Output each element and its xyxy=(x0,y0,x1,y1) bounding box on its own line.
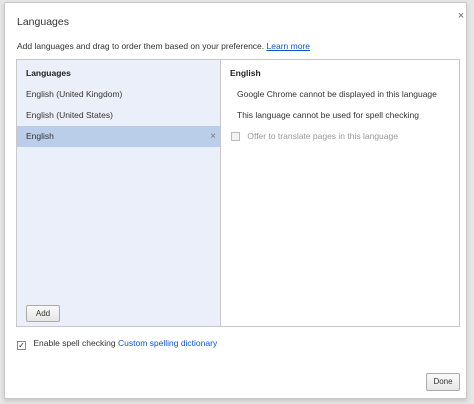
spell-check-label: Enable spell checking xyxy=(33,338,116,348)
remove-language-icon[interactable]: × xyxy=(210,126,216,147)
offer-translate-row: Offer to translate pages in this languag… xyxy=(231,131,398,141)
details-title: English xyxy=(230,68,261,78)
language-list-header: Languages xyxy=(26,68,71,78)
language-item-english-us[interactable]: English (United States) xyxy=(17,105,220,126)
spell-check-checkbox[interactable]: ✓ xyxy=(17,341,26,350)
language-item-english[interactable]: English × xyxy=(17,126,220,147)
add-language-button[interactable]: Add xyxy=(26,305,60,322)
custom-dictionary-link[interactable]: Custom spelling dictionary xyxy=(118,338,217,348)
spell-check-row: ✓ Enable spell checking Custom spelling … xyxy=(17,338,217,350)
languages-dialog: Languages × Add languages and drag to or… xyxy=(4,2,467,399)
language-item-label: English (United States) xyxy=(26,110,113,120)
learn-more-link[interactable]: Learn more xyxy=(267,41,310,51)
dialog-description: Add languages and drag to order them bas… xyxy=(17,41,310,51)
description-text: Add languages and drag to order them bas… xyxy=(17,41,265,51)
spellcheck-note: This language cannot be used for spell c… xyxy=(237,110,419,120)
languages-panel: Languages English (United Kingdom) Engli… xyxy=(16,59,460,327)
language-item-label: English (United Kingdom) xyxy=(26,89,123,99)
dialog-title: Languages xyxy=(17,16,69,28)
display-language-note: Google Chrome cannot be displayed in thi… xyxy=(237,89,437,99)
close-icon[interactable]: × xyxy=(455,10,467,22)
offer-translate-label: Offer to translate pages in this languag… xyxy=(247,131,398,141)
offer-translate-checkbox[interactable] xyxy=(231,132,240,141)
language-list: Languages English (United Kingdom) Engli… xyxy=(17,60,221,326)
language-item-english-uk[interactable]: English (United Kingdom) xyxy=(17,84,220,105)
done-button[interactable]: Done xyxy=(426,373,460,391)
language-item-label: English xyxy=(26,131,54,141)
